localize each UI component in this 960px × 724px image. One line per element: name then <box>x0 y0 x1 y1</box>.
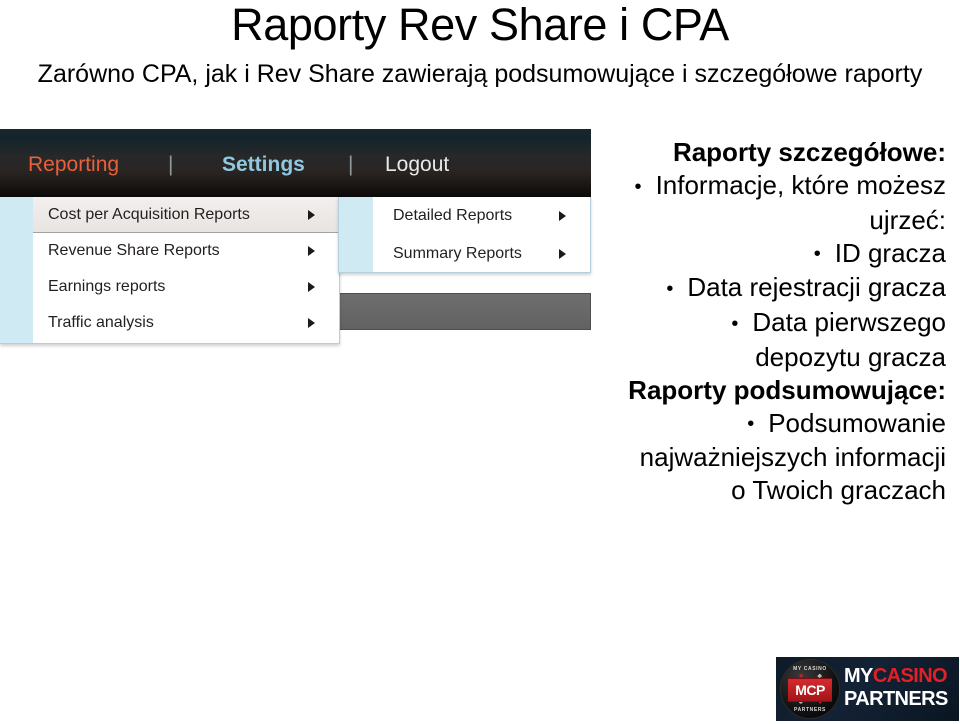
detailed-reports-heading: Raporty szczegółowe: <box>672 137 946 167</box>
nav-item-reporting[interactable]: Reporting <box>28 153 119 177</box>
content-bar <box>338 293 591 330</box>
bullet-glyph: • <box>747 413 755 436</box>
app-navbar: Reporting | Settings | Logout <box>0 129 591 197</box>
list-item: • ID gracza <box>628 237 946 272</box>
poker-chip-icon: MY CASINO ♥ ♣ ♠ ♦ MCP PARTNERS <box>780 659 840 719</box>
nav-item-settings[interactable]: Settings <box>222 153 305 177</box>
menu-item-revenue-share-reports[interactable]: Revenue Share Reports <box>0 233 339 269</box>
chevron-right-icon <box>308 282 315 292</box>
logo-wordmark-line2: PARTNERS <box>844 688 948 710</box>
chip-center-label: MCP <box>795 682 825 698</box>
logo-wordmark-line1: MYCASINO <box>844 665 956 688</box>
bullet-glyph: • <box>731 312 739 335</box>
list-item: • Data rejestracji gracza <box>628 271 946 306</box>
submenu-item-label: Summary Reports <box>393 245 522 262</box>
bullet-glyph: • <box>634 175 642 198</box>
chevron-right-icon <box>559 249 566 259</box>
list-item-label: Podsumowanie najważniejszych informacji … <box>639 407 946 506</box>
menu-item-traffic-analysis[interactable]: Traffic analysis <box>0 305 339 341</box>
menu-item-cost-per-acquisition-reports[interactable]: Cost per Acquisition Reports <box>33 197 339 233</box>
bullet-text-column: Raporty szczegółowe: • Informacje, które … <box>628 136 946 507</box>
list-item-label: Data pierwszego depozytu gracza <box>752 306 946 372</box>
menu-item-label: Revenue Share Reports <box>48 242 220 259</box>
nav-item-logout[interactable]: Logout <box>385 153 449 177</box>
submenu-item-summary-reports[interactable]: Summary Reports <box>339 235 590 273</box>
menu-item-label: Earnings reports <box>48 278 166 295</box>
list-item-label: ID gracza <box>834 237 946 268</box>
chevron-right-icon <box>308 246 315 256</box>
chevron-right-icon <box>559 211 566 221</box>
list-item-label: Data rejestracji gracza <box>687 272 946 303</box>
app-screenshot: Reporting | Settings | Logout Cost per A… <box>0 129 591 344</box>
list-item: • Podsumowanie najważniejszych informacji… <box>628 407 946 508</box>
summary-reports-heading: Raporty podsumowujące: <box>628 374 946 405</box>
chip-center: MCP <box>788 678 832 702</box>
chip-bottom-text: PARTNERS <box>794 707 826 713</box>
dropdown-menu-reporting: Cost per Acquisition Reports Revenue Sha… <box>0 197 340 344</box>
my-casino-partners-logo: MY CASINO ♥ ♣ ♠ ♦ MCP PARTNERS MYCASINO … <box>776 657 959 721</box>
chevron-right-icon <box>308 209 315 220</box>
list-item-label: Informacje, które możesz ujrzeć: <box>655 170 946 235</box>
chip-top-text: MY CASINO <box>793 666 827 672</box>
logo-wordmark: MYCASINO PARTNERS <box>844 665 956 711</box>
logo-word-my: MY <box>844 665 873 687</box>
menu-item-label: Traffic analysis <box>48 314 154 331</box>
list-item: • Informacje, które możesz ujrzeć: <box>628 169 946 237</box>
page-title: Raporty Rev Share i CPA <box>231 0 729 50</box>
menu-item-earnings-reports[interactable]: Earnings reports <box>0 269 339 305</box>
chevron-right-icon <box>308 318 315 328</box>
list-item: • Data pierwszego depozytu gracza <box>628 306 946 374</box>
bullet-glyph: • <box>666 277 674 300</box>
logo-word-casino: CASINO <box>872 665 948 687</box>
nav-separator: | <box>348 153 354 176</box>
submenu-item-detailed-reports[interactable]: Detailed Reports <box>339 197 590 235</box>
submenu-cost-per-acquisition: Detailed Reports Summary Reports <box>338 197 591 273</box>
page-subtitle: Zarówno CPA, jak i Rev Share zawierają p… <box>37 60 923 88</box>
bullet-glyph: • <box>813 243 821 266</box>
nav-separator: | <box>168 153 174 176</box>
submenu-item-label: Detailed Reports <box>393 207 513 224</box>
menu-item-label: Cost per Acquisition Reports <box>48 206 250 223</box>
